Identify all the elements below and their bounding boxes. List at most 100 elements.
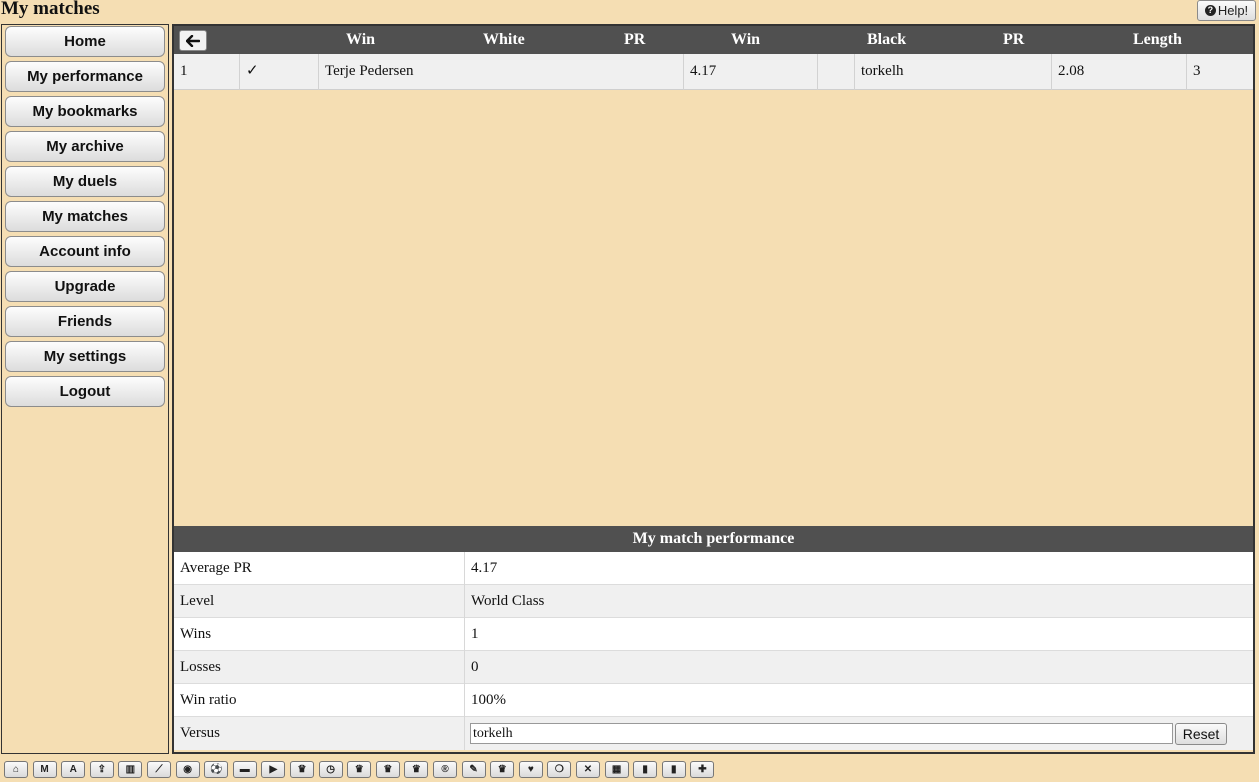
toolbar-film-button[interactable]: ▦	[604, 761, 629, 778]
versus-label: Versus	[180, 725, 220, 741]
performance-value: World Class	[471, 593, 545, 609]
toolbar-upload-button[interactable]: ⇪	[89, 761, 114, 778]
upload-icon: ⇪	[97, 763, 106, 775]
nav-upgrade-button[interactable]: Upgrade	[5, 271, 165, 302]
trophy-icon: ♛	[411, 763, 421, 775]
toolbar-trophy-button[interactable]: ♛	[347, 761, 372, 778]
reset-button[interactable]: Reset	[1175, 723, 1227, 745]
header-white: White	[483, 31, 525, 48]
toolbar-heart-button[interactable]: ♥	[518, 761, 543, 778]
heart-icon: ♥	[527, 763, 534, 775]
toolbar-line-chart-button[interactable]: ⟋	[147, 761, 171, 778]
toolbar-clock-button[interactable]: ◷	[318, 761, 343, 778]
film-icon: ▦	[611, 763, 622, 775]
chat-bubbles-icon: ❍	[554, 763, 564, 775]
eye-icon: ◉	[183, 763, 192, 775]
performance-title: My match performance	[174, 526, 1253, 552]
line-chart-icon: ⟋	[155, 763, 163, 775]
bookmark-icon: ▮	[642, 763, 648, 775]
performance-label: Win ratio	[180, 692, 237, 708]
page-title: My matches	[1, 0, 100, 19]
white-pr: 4.17	[690, 63, 717, 79]
toolbar-eye-button[interactable]: ◉	[175, 761, 200, 778]
header-length: Length	[1133, 31, 1182, 48]
nav-logout-button[interactable]: Logout	[5, 376, 165, 407]
trophy-icon: ♛	[383, 763, 393, 775]
versus-input[interactable]	[470, 723, 1173, 744]
toolbar-bookmark-button[interactable]: ▮	[661, 761, 686, 778]
main-panel: Win White PR Win Black PR Length 1 ✓ Ter…	[172, 24, 1255, 754]
toolbar-soccer-ball-button[interactable]: ⚽	[204, 761, 229, 778]
toolbar-home-button[interactable]: ⌂	[4, 761, 28, 778]
performance-row: Average PR 4.17	[174, 552, 1253, 585]
header-black: Black	[867, 31, 907, 48]
white-player-name: Terje Pedersen	[325, 63, 414, 79]
header-black-win: Win	[731, 31, 761, 48]
performance-label: Wins	[180, 626, 212, 642]
close-icon: ✕	[583, 763, 593, 775]
bottom-toolbar: ⌂ M A ⇪ ▥ ⟋ ◉ ⚽ ▬ ▶ ♛ ◷ ♛ ♛ ♛ ® ✎ ♛ ♥ ❍ ✕ ▦ ▮ ▮ ✚	[0, 757, 1259, 782]
performance-value: 4.17	[471, 560, 498, 576]
home-icon: ⌂	[12, 763, 20, 775]
toolbar-edit-button[interactable]: ✎	[461, 761, 486, 778]
trophy-icon: ♛	[354, 763, 364, 775]
performance-label: Level	[180, 593, 215, 609]
performance-label: Average PR	[180, 560, 252, 576]
archive-icon: ▬	[239, 763, 250, 775]
help-button[interactable]: ? Help!	[1197, 0, 1256, 21]
edit-icon: ✎	[469, 763, 478, 775]
nav-my-performance-button[interactable]: My performance	[5, 61, 165, 92]
performance-row: Level World Class	[174, 585, 1253, 618]
nav-account-info-button[interactable]: Account info	[5, 236, 165, 267]
toolbar-trophy-button[interactable]: ♛	[290, 761, 314, 778]
toolbar-registered-button[interactable]: ®	[433, 761, 457, 778]
nav-home-button[interactable]: Home	[5, 26, 165, 57]
black-player-name: torkelh	[861, 63, 904, 79]
sidebar: Home My performance My bookmarks My archive…	[1, 24, 169, 754]
performance-value: 100%	[471, 692, 506, 708]
bookmark-icon: ▮	[671, 763, 677, 775]
match-index: 1	[180, 63, 188, 79]
performance-value: 0	[471, 659, 479, 675]
toolbar-trophy-button[interactable]: ♛	[375, 761, 400, 778]
back-button[interactable]	[179, 30, 207, 51]
soccer-ball-icon: ⚽	[209, 763, 223, 775]
plus-icon: ✚	[698, 763, 707, 775]
toolbar-plus-button[interactable]: ✚	[690, 761, 715, 778]
trophy-icon: ♛	[497, 763, 507, 775]
nav-my-settings-button[interactable]: My settings	[5, 341, 165, 372]
white-win-check: ✓	[246, 63, 259, 79]
toolbar-trophy-button[interactable]: ♛	[404, 761, 429, 778]
nav-my-matches-button[interactable]: My matches	[5, 201, 165, 232]
black-pr: 2.08	[1058, 63, 1085, 79]
black-win-check	[818, 54, 824, 90]
performance-row: Win ratio 100%	[174, 684, 1253, 717]
a-letter-icon: A	[69, 763, 77, 775]
nav-friends-button[interactable]: Friends	[5, 306, 165, 337]
question-icon: ?	[1204, 5, 1216, 16]
nav-my-duels-button[interactable]: My duels	[5, 166, 165, 197]
toolbar-trophy-button[interactable]: ♛	[490, 761, 515, 778]
toolbar-play-button[interactable]: ▶	[261, 761, 286, 778]
toolbar-archive-button[interactable]: ▬	[232, 761, 257, 778]
trophy-icon: ♛	[297, 763, 307, 775]
performance-value: 1	[471, 626, 479, 642]
arrow-left-icon	[186, 34, 200, 47]
play-icon: ▶	[269, 763, 278, 775]
toolbar-close-button[interactable]: ✕	[576, 761, 600, 778]
header-black-pr: PR	[1003, 31, 1025, 48]
matches-table-header: Win White PR Win Black PR Length	[174, 26, 1253, 54]
help-label: Help!	[1217, 3, 1249, 18]
header-white-pr: PR	[624, 31, 646, 48]
toolbar-a-letter-button[interactable]: A	[61, 761, 86, 778]
toolbar-bar-chart-button[interactable]: ▥	[118, 761, 143, 778]
toolbar-bookmark-button[interactable]: ▮	[633, 761, 658, 778]
nav-my-bookmarks-button[interactable]: My bookmarks	[5, 96, 165, 127]
bar-chart-icon: ▥	[125, 763, 136, 775]
table-row[interactable]: 1 ✓ Terje Pedersen 4.17 torkelh 2.08 3	[174, 54, 1253, 90]
clock-icon: ◷	[326, 763, 335, 775]
nav-my-archive-button[interactable]: My archive	[5, 131, 165, 162]
header-white-win: Win	[346, 31, 376, 48]
toolbar-m-letter-button[interactable]: M	[32, 761, 57, 778]
toolbar-chat-bubbles-button[interactable]: ❍	[547, 761, 572, 778]
